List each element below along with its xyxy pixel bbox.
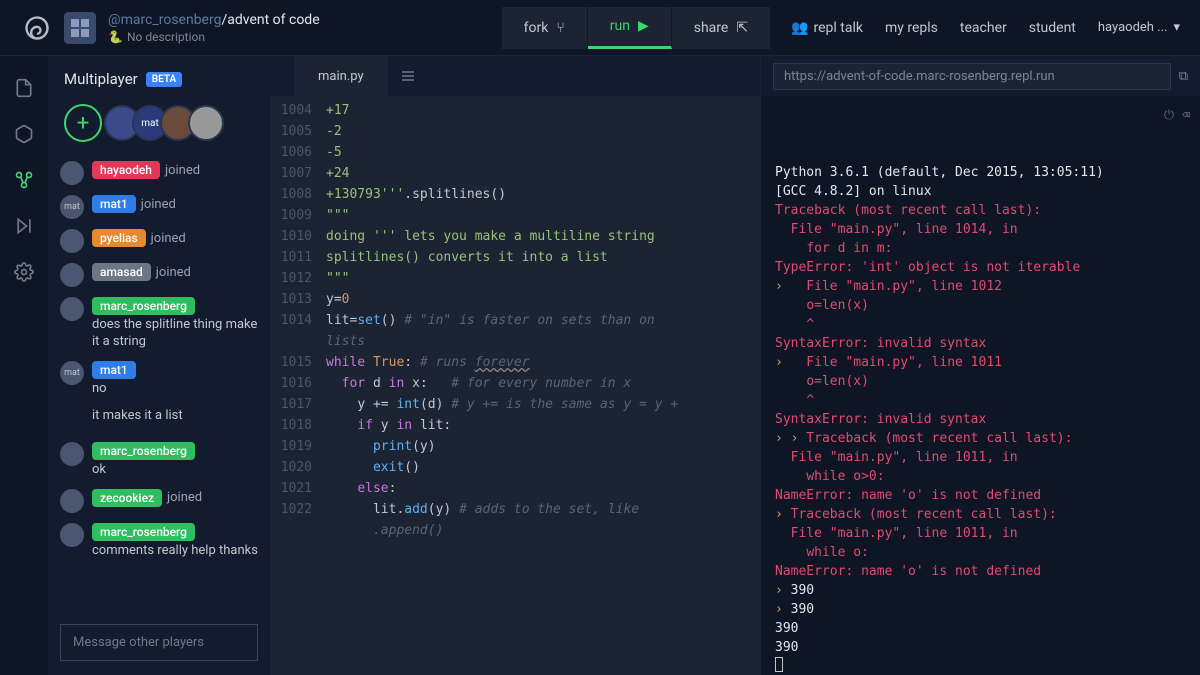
- editor-tabs: main.py: [270, 56, 760, 96]
- open-external-icon[interactable]: ⧉: [1179, 69, 1188, 84]
- chat-message: does the splitline thing make it a strin…: [92, 317, 262, 351]
- repl-avatar: [64, 12, 96, 44]
- play-icon: ▶: [638, 18, 649, 34]
- chat-avatar: [60, 489, 84, 513]
- editor: main.py 10041005100610071008100910101011…: [270, 56, 760, 675]
- teacher-link[interactable]: teacher: [960, 20, 1007, 36]
- url-input[interactable]: https://advent-of-code.marc-rosenberg.re…: [773, 63, 1171, 90]
- chat-username: mat1: [92, 361, 136, 379]
- chat-avatar: mat: [60, 195, 84, 219]
- chat-avatar: [60, 523, 84, 547]
- header: @marc_rosenberg /advent of code 🐍 No des…: [0, 0, 1200, 56]
- tab-mainpy[interactable]: main.py: [294, 56, 388, 96]
- fork-icon: ⑂: [556, 20, 564, 36]
- people-icon: 👥: [791, 20, 808, 36]
- debugger-icon[interactable]: [14, 216, 34, 236]
- chat-username: hayaodeh: [92, 161, 160, 179]
- chat-message: it makes it a list: [92, 408, 183, 425]
- chat-item: marc_rosenbergok: [60, 437, 262, 484]
- owner-link[interactable]: @marc_rosenberg: [108, 12, 221, 28]
- clear-icon[interactable]: ⌫: [1182, 106, 1190, 125]
- output-panel: https://advent-of-code.marc-rosenberg.re…: [760, 56, 1200, 675]
- share-icon: ⇱: [736, 20, 748, 36]
- repl-title: /advent of code: [221, 12, 319, 28]
- activity-rail: [0, 56, 48, 675]
- chat-username: marc_rosenberg: [92, 523, 195, 541]
- multiplayer-title: Multiplayer: [64, 70, 138, 88]
- participant-avatar[interactable]: [188, 105, 224, 141]
- chat-avatar: [60, 161, 84, 185]
- chat-username: marc_rosenberg: [92, 442, 195, 460]
- repl-talk-link[interactable]: 👥repl talk: [791, 20, 863, 36]
- chat-item: marc_rosenberg comments really help thank…: [60, 518, 262, 565]
- url-bar: https://advent-of-code.marc-rosenberg.re…: [761, 56, 1200, 96]
- fork-button[interactable]: fork⑂: [502, 7, 588, 49]
- beta-badge: BETA: [146, 72, 182, 87]
- chat-avatar: [60, 297, 84, 321]
- chat-message: ok: [92, 462, 195, 479]
- file-icon[interactable]: [14, 78, 34, 98]
- python-icon: 🐍: [108, 30, 123, 44]
- chat-item: it makes it a list: [60, 403, 262, 437]
- console[interactable]: ⏻ ⌫ Python 3.6.1 (default, Dec 2015, 13:…: [761, 96, 1200, 675]
- chat-username: mat1: [92, 195, 136, 213]
- chat-item: zecookiezjoined: [60, 484, 262, 518]
- chat-item: matmat1joined: [60, 190, 262, 224]
- chat-feed: hayaodehjoinedmatmat1joinedpyeliasjoined…: [48, 152, 270, 614]
- header-actions: fork⑂ run▶ share⇱: [502, 7, 771, 49]
- multiplayer-icon[interactable]: [14, 170, 34, 190]
- chat-message: no: [92, 381, 136, 398]
- multiplayer-panel: Multiplayer BETA + mat hayaodehjoined mat…: [48, 56, 270, 675]
- chat-input[interactable]: Message other players: [60, 624, 258, 661]
- chat-username: amasad: [92, 263, 151, 281]
- tab-menu[interactable]: [388, 56, 428, 96]
- chat-item: marc_rosenbergdoes the splitline thing m…: [60, 292, 262, 356]
- chat-avatar: [60, 442, 84, 466]
- chat-username: pyelias: [92, 229, 146, 247]
- replit-logo[interactable]: [20, 11, 54, 45]
- chat-item: mat mat1 no: [60, 356, 262, 403]
- repl-description: 🐍 No description: [108, 30, 320, 44]
- chat-username: zecookiez: [92, 489, 162, 507]
- chat-item: hayaodehjoined: [60, 156, 262, 190]
- chat-avatar: [60, 263, 84, 287]
- chat-avatar: mat: [60, 361, 84, 385]
- chat-item: amasadjoined: [60, 258, 262, 292]
- chat-avatar: [60, 229, 84, 253]
- share-button[interactable]: share⇱: [672, 7, 771, 49]
- chevron-down-icon: ▾: [1173, 20, 1180, 35]
- package-icon[interactable]: [14, 124, 34, 144]
- chat-item: pyeliasjoined: [60, 224, 262, 258]
- settings-icon[interactable]: [14, 262, 34, 282]
- code-editor[interactable]: 1004100510061007100810091010101110121013…: [270, 96, 760, 675]
- exit-icon[interactable]: ⏻: [1164, 106, 1174, 125]
- my-repls-link[interactable]: my repls: [885, 20, 938, 36]
- run-button[interactable]: run▶: [588, 7, 672, 49]
- user-menu[interactable]: hayaodeh ...▾: [1098, 20, 1180, 35]
- chat-message: comments really help thanks: [92, 543, 258, 560]
- chat-username: marc_rosenberg: [92, 297, 195, 315]
- student-link[interactable]: student: [1029, 20, 1076, 36]
- participants-row: + mat: [48, 98, 270, 152]
- add-user-button[interactable]: +: [64, 104, 102, 142]
